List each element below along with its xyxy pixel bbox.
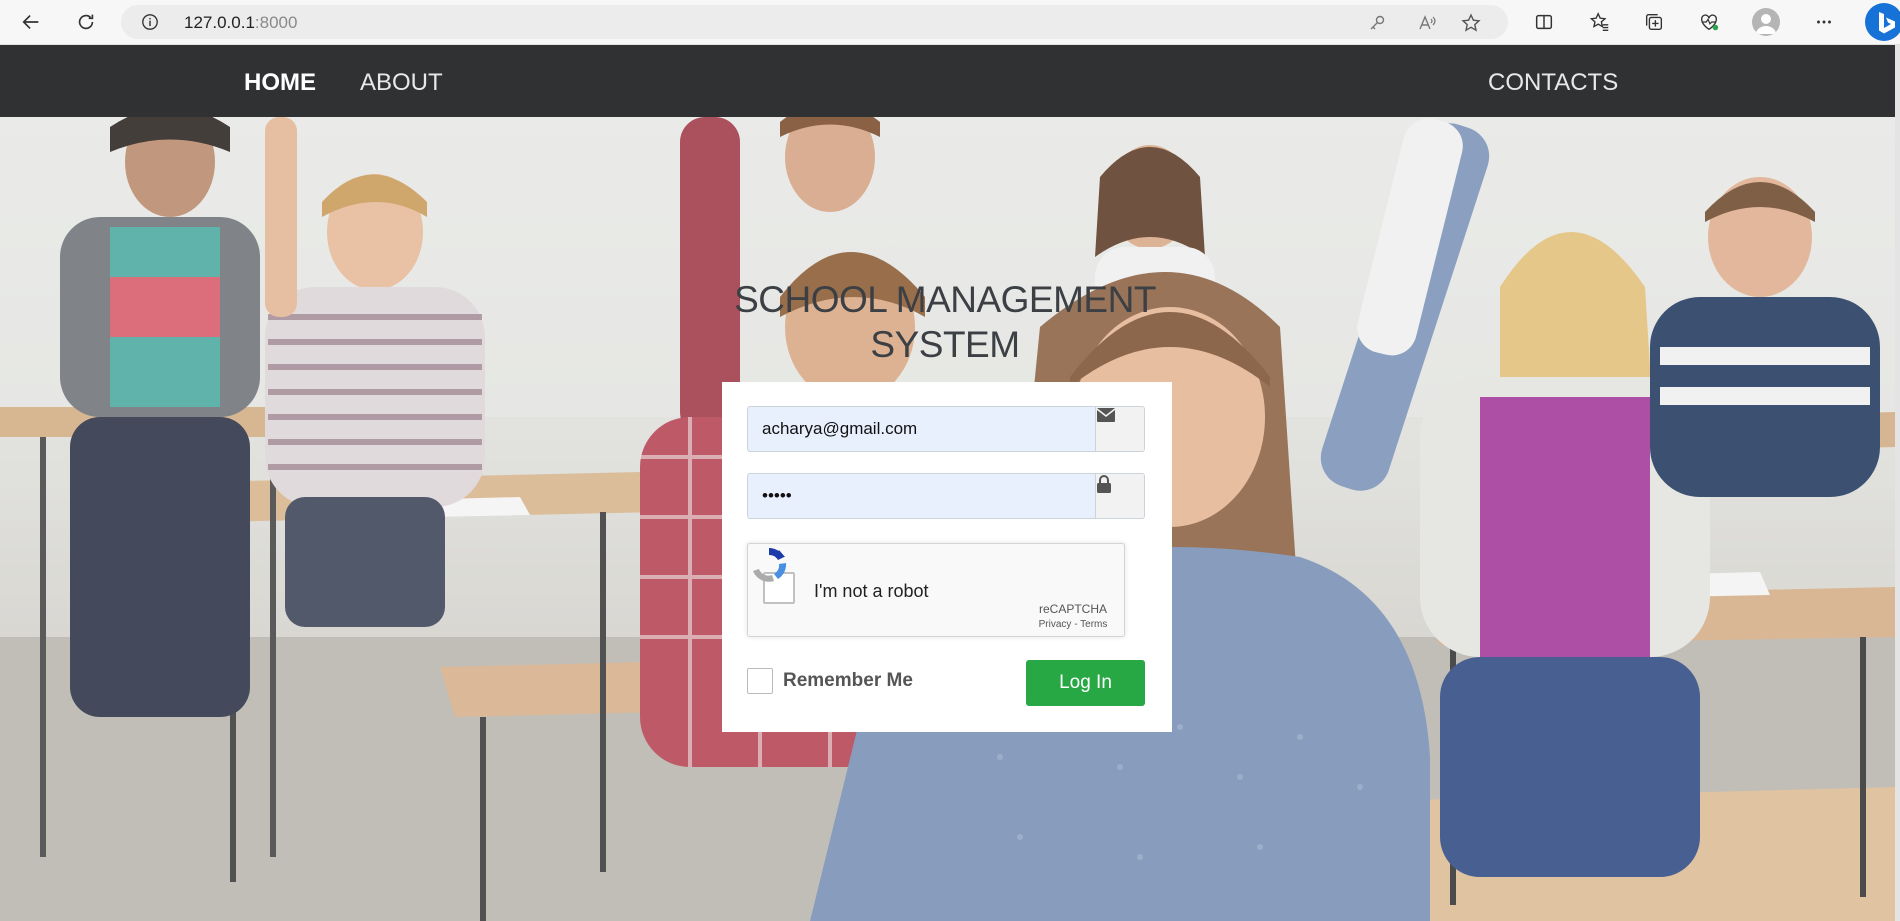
favorite-star-icon[interactable] bbox=[1461, 13, 1481, 33]
split-screen-icon[interactable] bbox=[1527, 6, 1561, 38]
more-icon[interactable] bbox=[1807, 6, 1841, 38]
address-host: 127.0.0.1 bbox=[184, 13, 255, 32]
nav-home-link[interactable]: HOME bbox=[244, 69, 316, 97]
email-field[interactable] bbox=[747, 406, 1145, 452]
page-title-line-2: SYSTEM bbox=[870, 324, 1020, 365]
key-icon[interactable] bbox=[1367, 13, 1387, 33]
address-port: :8000 bbox=[254, 13, 298, 32]
favorites-icon[interactable] bbox=[1583, 6, 1617, 38]
read-aloud-icon[interactable] bbox=[1417, 13, 1437, 33]
hero-section: SCHOOL MANAGEMENT SYSTEM I'm not a robot bbox=[0, 117, 1895, 921]
site-navbar: HOME ABOUT CONTACTS bbox=[0, 45, 1895, 117]
browser-essentials-icon[interactable] bbox=[1692, 6, 1726, 38]
page-scrollbar[interactable] bbox=[1895, 45, 1900, 921]
password-input[interactable] bbox=[748, 474, 1098, 518]
bing-icon[interactable] bbox=[1865, 3, 1900, 41]
recaptcha-logo-icon bbox=[753, 548, 787, 582]
login-form: I'm not a robot reCAPTCHA Privacy - Term… bbox=[722, 382, 1172, 732]
back-icon[interactable] bbox=[14, 6, 48, 38]
recaptcha-privacy-terms-link[interactable]: Privacy - Terms bbox=[1018, 619, 1128, 630]
collections-icon[interactable] bbox=[1637, 6, 1671, 38]
profile-icon[interactable] bbox=[1752, 8, 1780, 36]
info-icon[interactable] bbox=[141, 13, 159, 31]
address-bar[interactable]: 127.0.0.1:8000 bbox=[121, 5, 1508, 39]
recaptcha-brand: reCAPTCHA bbox=[1038, 602, 1107, 616]
recaptcha-widget: I'm not a robot reCAPTCHA Privacy - Term… bbox=[747, 543, 1125, 637]
browser-toolbar: 127.0.0.1:8000 bbox=[0, 0, 1900, 45]
remember-me-checkbox[interactable] bbox=[747, 668, 773, 694]
envelope-icon bbox=[1095, 407, 1144, 451]
login-button[interactable]: Log In bbox=[1026, 660, 1145, 706]
lock-icon bbox=[1095, 474, 1144, 518]
page-title: SCHOOL MANAGEMENT SYSTEM bbox=[700, 277, 1190, 367]
email-input[interactable] bbox=[748, 407, 1098, 451]
refresh-icon[interactable] bbox=[69, 6, 103, 38]
password-field[interactable] bbox=[747, 473, 1145, 519]
page-title-line-1: SCHOOL MANAGEMENT bbox=[734, 279, 1156, 320]
nav-about-link[interactable]: ABOUT bbox=[360, 69, 443, 97]
recaptcha-label: I'm not a robot bbox=[814, 581, 929, 601]
remember-me-label[interactable]: Remember Me bbox=[783, 670, 913, 692]
nav-contacts-link[interactable]: CONTACTS bbox=[1488, 69, 1618, 97]
address-text[interactable]: 127.0.0.1:8000 bbox=[184, 13, 297, 33]
